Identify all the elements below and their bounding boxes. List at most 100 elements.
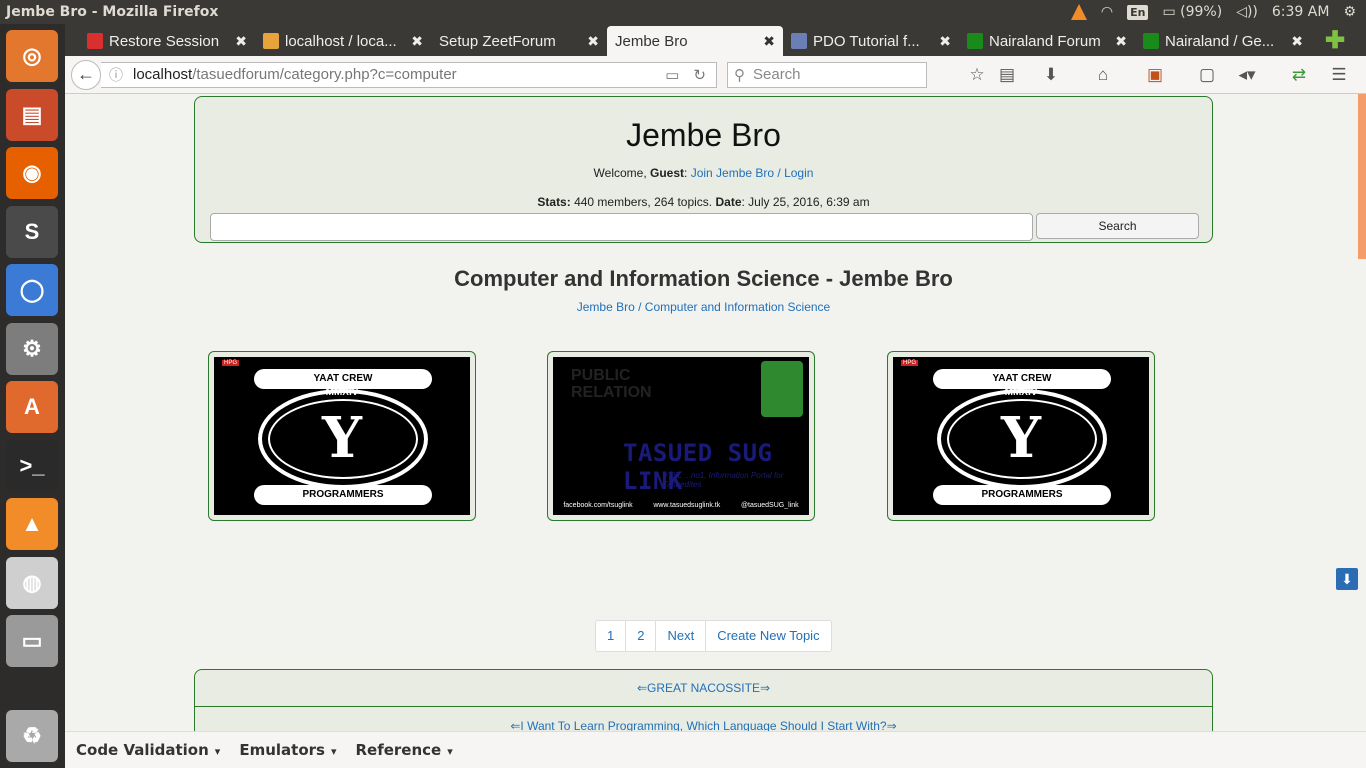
site-info-icon[interactable]: ⓘ — [109, 65, 123, 85]
date-label: Date — [715, 195, 742, 209]
forum-search-button[interactable]: Search — [1036, 213, 1199, 239]
topic-link[interactable]: ⇐GREAT NACOSSITE⇒ — [637, 681, 770, 695]
scrollbar-thumb[interactable] — [1358, 94, 1366, 259]
new-tab-plus-icon[interactable]: ✚ — [1325, 26, 1345, 56]
login-separator: / — [774, 166, 785, 180]
bookmark-folder-reference[interactable]: Reference ▾ — [355, 741, 452, 759]
vlc-tray-icon[interactable] — [1070, 4, 1087, 20]
tab-close-icon[interactable]: ✖ — [411, 33, 423, 50]
tab-favicon-icon — [967, 33, 983, 49]
tab-close-icon[interactable]: ✖ — [763, 33, 775, 50]
search-placeholder: Search — [753, 66, 801, 83]
next-page-link[interactable]: Next — [656, 621, 707, 651]
yaat-crew-logo: HPG YAAT CREW MMXIV Y PROGRAMMERS — [214, 357, 470, 515]
back-button[interactable]: ← — [71, 59, 101, 90]
tab-label: Nairaland Forum — [989, 32, 1101, 50]
browser-tab[interactable]: Setup ZeetForum ✖ — [431, 26, 607, 56]
addon-icon[interactable]: ▣ — [1135, 65, 1175, 85]
browser-search-box[interactable]: ⚲ Search — [727, 61, 927, 88]
browser-tab[interactable]: Nairaland Forum ✖ — [959, 26, 1135, 56]
login-link[interactable]: Login — [784, 166, 813, 180]
guest-label: Guest — [650, 166, 685, 180]
page-scrollbar[interactable] — [1358, 94, 1366, 731]
launcher-chromium-icon[interactable]: ◯ — [6, 264, 58, 316]
bookmark-label: Emulators — [239, 741, 325, 759]
tab-close-icon[interactable]: ✖ — [587, 33, 599, 50]
clock[interactable]: 6:39 AM — [1272, 4, 1330, 20]
downloads-icon[interactable]: ⬇ — [1031, 65, 1071, 85]
create-new-topic-link[interactable]: Create New Topic — [706, 621, 830, 651]
featured-image-sug-link[interactable]: PUBLIC RELATION TASUED SUG LINK #TSL ...… — [547, 351, 815, 521]
page-1-link[interactable]: 1 — [596, 621, 627, 651]
chevron-down-icon: ▾ — [447, 745, 453, 758]
topic-row: ⇐I Want To Learn Programming, Which Lang… — [195, 707, 1212, 732]
forum-search-input[interactable] — [210, 213, 1033, 241]
launcher-sublime-text-icon[interactable]: S — [6, 205, 58, 258]
launcher-trash-icon[interactable]: ♻ — [6, 710, 58, 762]
tab-label: Jembe Bro — [615, 32, 688, 50]
tab-close-icon[interactable]: ✖ — [939, 33, 951, 50]
launcher-firefox-icon[interactable]: ◉ — [6, 147, 58, 199]
join-link[interactable]: Join Jembe Bro — [691, 166, 774, 180]
tab-close-icon[interactable]: ✖ — [1115, 33, 1127, 50]
forum-search-row: Search — [210, 213, 1199, 241]
crew-banner-bottom: PROGRAMMERS — [254, 485, 432, 505]
extension-menu-icon[interactable]: ◂▾ — [1227, 65, 1267, 85]
reader-view-icon[interactable]: ▭ — [665, 66, 679, 84]
breadcrumb-category[interactable]: Computer and Information Science — [645, 300, 830, 314]
hpg-tag: HPG — [901, 360, 919, 366]
launcher-ubuntu-dash-icon[interactable]: ◎ — [6, 30, 58, 82]
launcher-system-settings-icon[interactable]: ⚙ — [6, 322, 58, 375]
page-viewport: Jembe Bro Welcome, Guest: Join Jembe Bro… — [65, 94, 1366, 731]
launcher-vlc-icon[interactable]: ▲ — [6, 498, 58, 550]
wifi-icon[interactable]: ◠ — [1101, 4, 1113, 20]
browser-tab[interactable]: localhost / loca... ✖ — [255, 26, 431, 56]
sug-subtitle: #TSL ...no1, Information Portal for Tasu… — [663, 471, 784, 489]
featured-image-crew-right[interactable]: HPG YAAT CREW MMXIV Y PROGRAMMERS — [887, 351, 1155, 521]
launcher-disk-icon[interactable]: ▭ — [6, 615, 58, 667]
sug-twitter: @tasuedSUG_link — [740, 501, 799, 509]
window-icon[interactable]: ▢ — [1187, 65, 1227, 85]
tab-close-icon[interactable]: ✖ — [235, 33, 247, 50]
tab-label: Restore Session — [109, 32, 220, 50]
launcher-terminal-icon[interactable]: >_ — [6, 439, 58, 492]
bookmark-folder-emulators[interactable]: Emulators ▾ — [239, 741, 336, 759]
url-host: localhost — [133, 66, 193, 83]
browser-tab[interactable]: Jembe Bro ✖ — [607, 26, 783, 56]
browser-tab-bar: Restore Session ✖ localhost / loca... ✖ Setu… — [65, 24, 1366, 56]
home-icon[interactable]: ⌂ — [1083, 65, 1123, 85]
url-bar[interactable]: ⓘ localhost /tasuedforum/category.php?c=… — [101, 61, 717, 88]
browser-tab[interactable]: PDO Tutorial f... ✖ — [783, 26, 959, 56]
power-gear-icon[interactable]: ⚙ — [1343, 4, 1356, 20]
hamburger-menu-icon[interactable]: ☰ — [1319, 65, 1359, 85]
sync-icon[interactable]: ⇄ — [1279, 65, 1319, 85]
bookmarks-menu-icon[interactable]: ▤ — [997, 65, 1017, 85]
browser-tab[interactable]: Restore Session ✖ — [79, 26, 255, 56]
featured-image-crew-left[interactable]: HPG YAAT CREW MMXIV Y PROGRAMMERS — [208, 351, 476, 521]
keyboard-layout-indicator[interactable]: En — [1127, 4, 1149, 20]
browser-tab[interactable]: Nairaland / Ge... ✖ — [1135, 26, 1311, 56]
bookmark-folder-code-validation[interactable]: Code Validation ▾ — [76, 741, 220, 759]
tab-favicon-icon — [1143, 33, 1159, 49]
bookmark-star-icon[interactable]: ☆ — [957, 65, 997, 85]
breadcrumb-home[interactable]: Jembe Bro — [577, 300, 635, 314]
welcome-colon: : — [684, 166, 691, 180]
sug-footer: facebook.com/tsuglink www.tasuedsuglink.… — [553, 495, 809, 515]
pagination: 1 2 Next Create New Topic — [595, 620, 832, 652]
welcome-prefix: Welcome, — [593, 166, 650, 180]
scroll-down-arrow-icon[interactable]: ⬇ — [1336, 568, 1358, 590]
reload-icon[interactable]: ↻ — [693, 66, 706, 84]
breadcrumb: Jembe Bro / Computer and Information Sci… — [65, 300, 1342, 314]
launcher-speaker-app-icon[interactable]: ◍ — [6, 556, 58, 609]
page-2-link[interactable]: 2 — [626, 621, 657, 651]
launcher-files-icon[interactable]: ▤ — [6, 88, 58, 141]
launcher-software-center-icon[interactable]: A — [6, 381, 58, 433]
volume-icon[interactable]: ◁)) — [1236, 4, 1258, 20]
topic-link[interactable]: ⇐I Want To Learn Programming, Which Lang… — [510, 719, 896, 732]
tab-close-icon[interactable]: ✖ — [1291, 33, 1303, 50]
bookmark-label: Code Validation — [76, 741, 209, 759]
battery-indicator[interactable]: ▭ (99%) — [1162, 4, 1222, 20]
yaat-crew-logo: HPG YAAT CREW MMXIV Y PROGRAMMERS — [893, 357, 1149, 515]
tasued-sug-link-banner: PUBLIC RELATION TASUED SUG LINK #TSL ...… — [553, 357, 809, 515]
sug-facebook: facebook.com/tsuglink — [563, 501, 633, 509]
